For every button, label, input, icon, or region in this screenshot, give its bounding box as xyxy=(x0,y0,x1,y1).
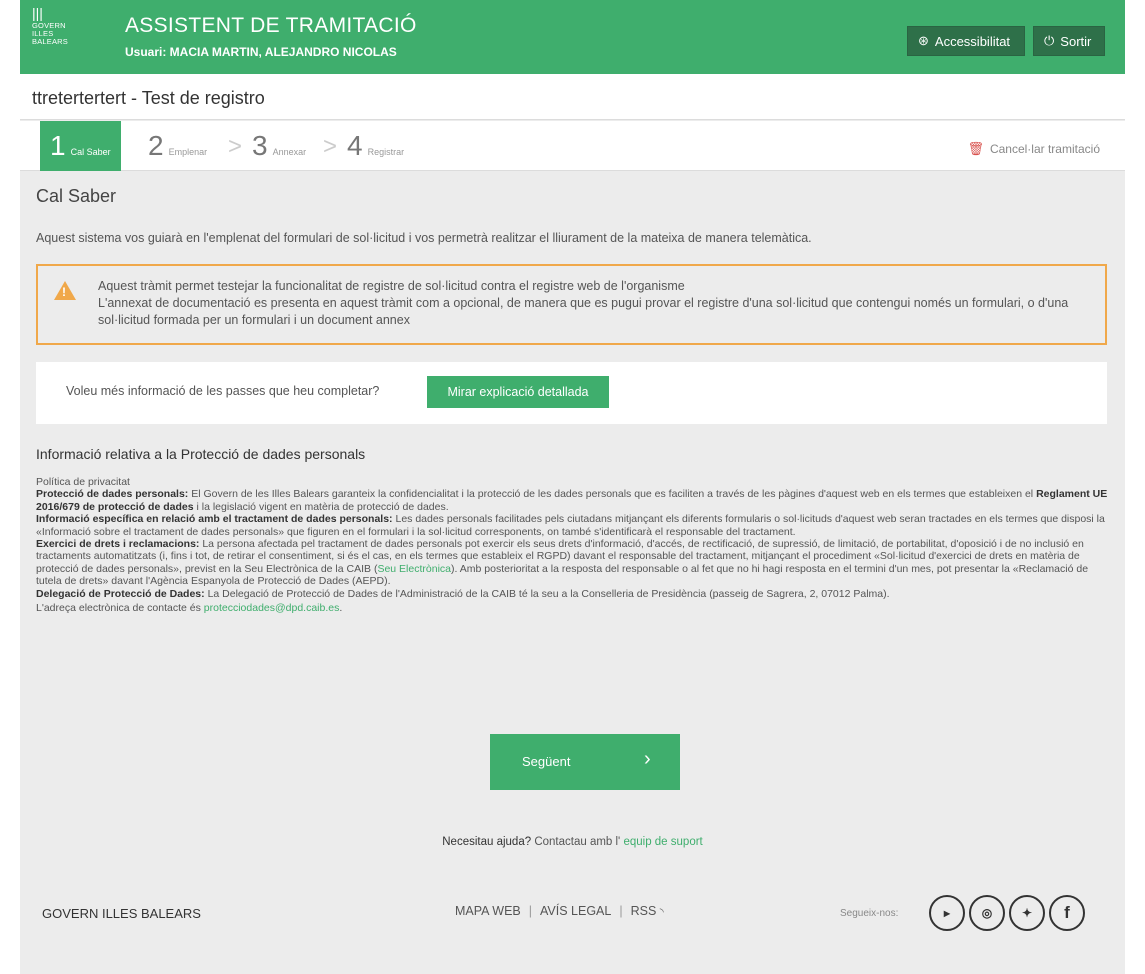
logo-line: BALEARS xyxy=(32,37,68,46)
accessibility-button[interactable]: ⊛ Accessibilitat xyxy=(907,26,1025,56)
user-name: Usuari: MACIA MARTIN, ALEJANDRO NICOLAS xyxy=(125,45,397,59)
help-text: Contactau amb l' xyxy=(531,836,624,848)
paragraph-label: Delegació de Protecció de Dades: xyxy=(36,587,205,600)
chevron-right-icon: > xyxy=(323,133,338,160)
detailed-explanation-button[interactable]: Mirar explicació detallada xyxy=(427,376,609,408)
rss-link[interactable]: RSS ◝ xyxy=(631,904,664,918)
more-info-question: Voleu més informació de les passes que h… xyxy=(66,384,380,398)
step-number: 4 xyxy=(347,130,363,161)
warning-line: L'annexat de documentació es presenta en… xyxy=(98,296,1069,327)
divider: | xyxy=(619,904,623,918)
step-emplenar[interactable]: 2 Emplenar xyxy=(148,121,207,171)
step-label: Registrar xyxy=(367,147,405,157)
privacy-paragraph: L'adreça electrònica de contacte és prot… xyxy=(36,602,1111,614)
logout-button[interactable]: ⏻ Sortir xyxy=(1033,26,1105,56)
warning-icon: ! xyxy=(54,281,76,300)
chevron-right-icon: > xyxy=(228,133,243,160)
privacy-paragraph: Protecció de dades personals: El Govern … xyxy=(36,488,1111,513)
step-cal-saber[interactable]: 1 Cal Saber xyxy=(40,121,121,171)
step-number: 1 xyxy=(50,130,66,161)
steps-bar: 1 Cal Saber 2 Emplenar > 3 Annexar > 4 R… xyxy=(20,121,1125,171)
logo-mark: ||| xyxy=(32,5,43,21)
warning-box: ! Aquest tràmit permet testejar la funci… xyxy=(36,264,1107,345)
paragraph-text: i la legislació vigent en matèria de pro… xyxy=(193,500,449,513)
step-label: Annexar xyxy=(272,147,307,157)
site-map-link[interactable]: MAPA WEB xyxy=(455,904,521,918)
step-registrar[interactable]: 4 Registrar xyxy=(347,121,404,171)
privacy-policy-heading: Política de privacitat xyxy=(36,476,130,488)
support-team-link[interactable]: equip de suport xyxy=(623,836,702,848)
seu-electronica-link[interactable]: Seu Electrònica xyxy=(377,563,451,575)
privacy-paragraph: Informació específica en relació amb el … xyxy=(36,513,1111,538)
paragraph-label: Informació específica en relació amb el … xyxy=(36,513,393,526)
step-annexar[interactable]: 3 Annexar xyxy=(252,121,306,171)
next-label: Següent xyxy=(522,754,571,769)
cancel-procedure-link[interactable]: 🗑 Cancel·lar tramitació xyxy=(967,141,1100,157)
privacy-text: Política de privacitat Protecció de dade… xyxy=(36,476,1111,614)
logo-text: GOVERN ILLES BALEARS xyxy=(32,22,112,46)
procedure-title: ttretertertert - Test de registro xyxy=(32,88,265,108)
paragraph-text: El Govern de les Illes Balears garanteix… xyxy=(188,488,1037,501)
section-title: Cal Saber xyxy=(36,186,117,206)
twitter-icon[interactable]: ✦ xyxy=(1009,895,1045,931)
step-label: Cal Saber xyxy=(70,147,111,157)
help-question: Necesitau ajuda? xyxy=(442,836,532,848)
help-line: Necesitau ajuda? Contactau amb l' equip … xyxy=(20,836,1125,848)
trash-icon: 🗑 xyxy=(967,141,984,156)
warning-line: Aquest tràmit permet testejar la funcion… xyxy=(98,279,685,293)
more-info-box: Voleu més informació de les passes que h… xyxy=(36,362,1107,424)
next-button[interactable]: Següent › xyxy=(490,734,680,790)
logout-label: Sortir xyxy=(1060,33,1092,49)
rss-label: RSS xyxy=(630,904,657,918)
facebook-icon[interactable]: f xyxy=(1049,895,1085,931)
app-header: ||| GOVERN ILLES BALEARS ASSISTENT DE TR… xyxy=(20,0,1125,74)
paragraph-text: . xyxy=(339,602,343,615)
privacy-title: Informació relativa a la Protecció de da… xyxy=(36,446,366,462)
privacy-paragraph: Exercici de drets i reclamacions: La per… xyxy=(36,538,1111,588)
govern-logo[interactable]: ||| GOVERN ILLES BALEARS xyxy=(32,6,112,66)
divider: | xyxy=(528,904,533,918)
follow-us-label: Segueix-nos: xyxy=(840,908,899,919)
footer-org-name: GOVERN ILLES BALEARS xyxy=(42,906,201,921)
power-icon: ⏻ xyxy=(1044,33,1055,48)
paragraph-text: La Delegació de Protecció de Dades de l'… xyxy=(204,587,890,600)
rss-icon: ◝ xyxy=(659,907,664,918)
paragraph-label: Exercici de drets i reclamacions: xyxy=(36,538,200,551)
footer-links: MAPA WEB | AVÍS LEGAL | RSS ◝ xyxy=(455,904,664,918)
page-frame: ||| GOVERN ILLES BALEARS ASSISTENT DE TR… xyxy=(20,0,1125,974)
step-number: 2 xyxy=(148,130,164,161)
paragraph-text: L'adreça electrònica de contacte és xyxy=(36,602,204,615)
cancel-label: Cancel·lar tramitació xyxy=(989,142,1100,156)
step-number: 3 xyxy=(252,130,268,161)
paragraph-label: Protecció de dades personals: xyxy=(36,488,189,501)
social-links: ▶ ◎ ✦ f xyxy=(929,895,1085,931)
privacy-paragraph: Delegació de Protecció de Dades: La Dele… xyxy=(36,588,1111,600)
chevron-right-icon: › xyxy=(644,748,651,770)
app-title: ASSISTENT DE TRAMITACIÓ xyxy=(125,14,417,37)
accessibility-label: Accessibilitat xyxy=(934,33,1011,49)
warning-text: Aquest tràmit permet testejar la funcion… xyxy=(98,278,1098,329)
contact-email-link[interactable]: protecciodades@dpd.caib.es xyxy=(204,602,340,614)
legal-notice-link[interactable]: AVÍS LEGAL xyxy=(540,904,611,918)
youtube-icon[interactable]: ▶ xyxy=(929,895,965,931)
procedure-bar: ttretertertert - Test de registro xyxy=(20,74,1125,120)
accessibility-icon: ⊛ xyxy=(918,33,929,48)
intro-text: Aquest sistema vos guiarà en l'emplenat … xyxy=(36,231,812,245)
instagram-icon[interactable]: ◎ xyxy=(969,895,1005,931)
step-label: Emplenar xyxy=(168,147,208,157)
